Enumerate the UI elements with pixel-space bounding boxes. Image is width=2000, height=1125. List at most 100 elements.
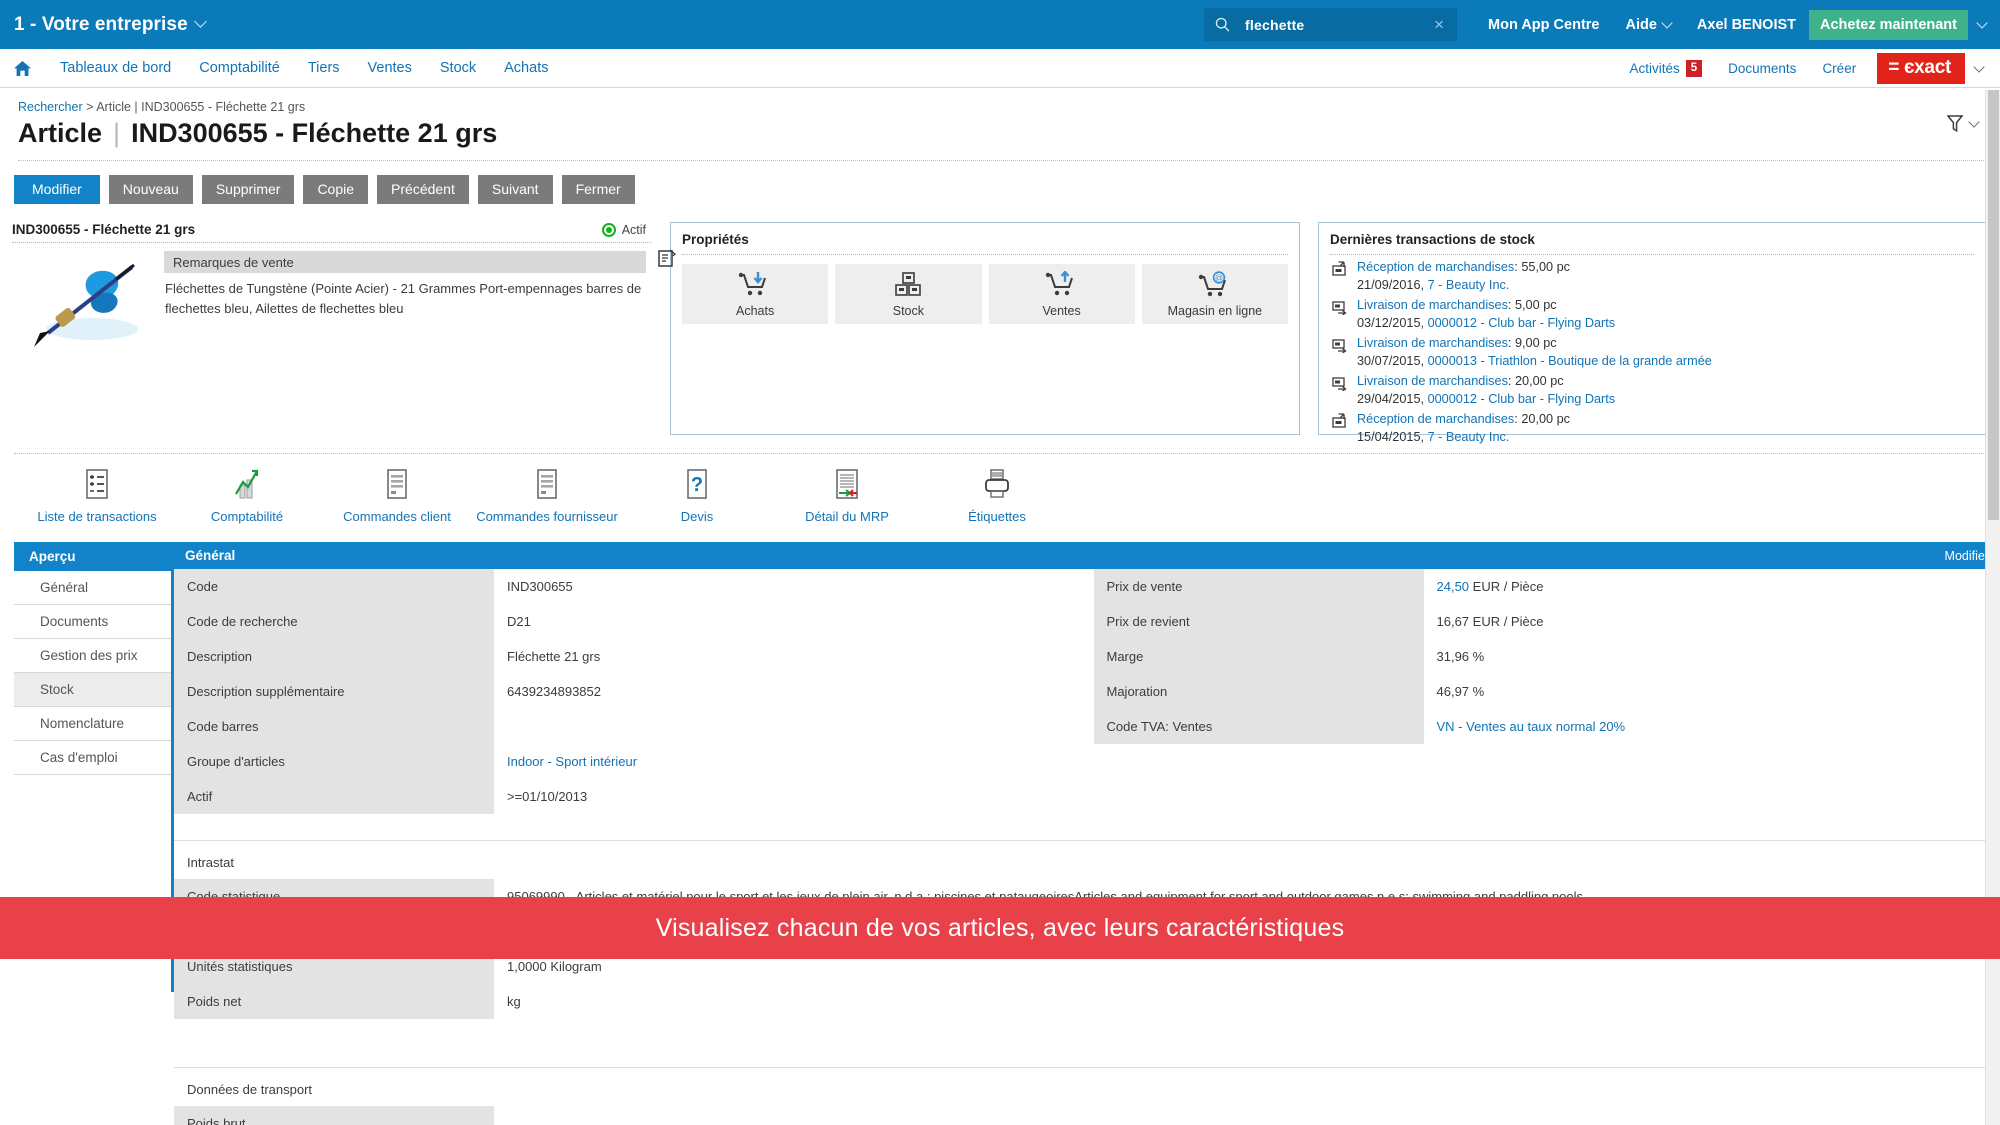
nav-activities-link[interactable]: Activités 5 — [1616, 59, 1715, 78]
field-label: Groupe d'articles — [174, 744, 494, 779]
shortcut-commandes-client[interactable]: Commandes client — [322, 468, 472, 524]
nav-item-tableaux-de-bord[interactable]: Tableaux de bord — [46, 60, 185, 76]
transaction-party[interactable]: 7 - Beauty Inc. — [1428, 430, 1510, 444]
field-value: 31,96 % — [1436, 649, 1485, 664]
breadcrumb-link-rechercher[interactable]: Rechercher — [18, 100, 83, 114]
sidebar-item-documents[interactable]: Documents — [14, 605, 171, 639]
close-icon[interactable]: × — [1431, 16, 1447, 33]
nav-item-ventes[interactable]: Ventes — [354, 60, 426, 76]
shortcut-devis[interactable]: ? Devis — [622, 468, 772, 524]
sidebar-item-gestion-des-prix[interactable]: Gestion des prix — [14, 639, 171, 673]
sidebar-header-apercu[interactable]: Aperçu — [14, 542, 171, 571]
scrollbar-thumb[interactable] — [1988, 90, 1999, 520]
transaction-type[interactable]: Livraison de marchandises — [1357, 336, 1508, 350]
copie-button[interactable]: Copie — [303, 175, 369, 204]
field-label: Description supplémentaire — [174, 674, 494, 709]
transaction-party[interactable]: 0000012 - Club bar - Flying Darts — [1428, 316, 1616, 330]
section-edit-link[interactable]: Modifier — [1945, 549, 1989, 563]
transaction-type[interactable]: Réception de marchandises — [1357, 412, 1514, 426]
page-settings-button[interactable] — [1947, 114, 1980, 133]
field-value-amount[interactable]: 24,50 — [1437, 579, 1470, 594]
nav-create-link[interactable]: Créer — [1809, 61, 1869, 76]
shortcut-commandes-fournisseur[interactable]: Commandes fournisseur — [472, 468, 622, 524]
transaction-type[interactable]: Livraison de marchandises — [1357, 374, 1508, 388]
section-title: Général — [185, 548, 236, 563]
header-divider — [18, 160, 2000, 161]
buy-now-button[interactable]: Achetez maintenant — [1809, 9, 1968, 40]
sales-remarks: Remarques de vente Fléchettes de Tungstè… — [164, 249, 676, 349]
nav-item-tiers[interactable]: Tiers — [294, 60, 354, 76]
field-row-poids-net: Poids net kg — [174, 984, 2000, 1019]
transaction-text: Livraison de marchandises: 20,00 pc 29/0… — [1357, 372, 1615, 408]
property-tile-label: Achats — [736, 303, 775, 318]
top-link-app-centre[interactable]: Mon App Centre — [1475, 17, 1612, 33]
field-value: >=01/10/2013 — [507, 789, 588, 804]
suivant-button[interactable]: Suivant — [477, 175, 553, 204]
vertical-scrollbar[interactable] — [1985, 90, 2000, 1125]
shortcut-comptabilite[interactable]: Comptabilité — [172, 468, 322, 524]
nav-more-button[interactable] — [1965, 60, 1991, 78]
top-bar-right: flechette × Mon App Centre Aide Axel BEN… — [1204, 0, 2000, 49]
exact-logo[interactable]: = єxact — [1877, 53, 1965, 84]
sidebar-item-stock[interactable]: Stock — [14, 673, 171, 707]
fermer-button[interactable]: Fermer — [561, 175, 635, 204]
nouveau-button[interactable]: Nouveau — [108, 175, 193, 204]
list-item[interactable]: Réception de marchandises: 55,00 pc 21/0… — [1332, 258, 1972, 294]
transaction-qty: : 20,00 pc — [1514, 412, 1571, 427]
field-row-prix-de-revient: Prix de revient 16,67 EUR / Pièce — [1093, 604, 2000, 639]
list-item[interactable]: Livraison de marchandises: 5,00 pc 03/12… — [1332, 296, 1972, 332]
nav-item-comptabilite[interactable]: Comptabilité — [185, 60, 294, 76]
transaction-date: 03/12/2015, — [1357, 316, 1425, 331]
company-selector[interactable]: 1 - Votre entreprise — [14, 14, 207, 36]
modifier-button[interactable]: Modifier — [14, 175, 100, 204]
transaction-party[interactable]: 0000012 - Club bar - Flying Darts — [1428, 392, 1616, 406]
transaction-type[interactable]: Livraison de marchandises — [1357, 298, 1508, 312]
transaction-party[interactable]: 7 - Beauty Inc. — [1428, 278, 1510, 292]
field-value-composite: 24,50 EUR / Pièce — [1436, 579, 1544, 594]
list-item[interactable]: Réception de marchandises: 20,00 pc 15/0… — [1332, 410, 1972, 446]
field-row-marge: Marge 31,96 % — [1093, 639, 2000, 674]
shortcut-label: Commandes client — [343, 509, 451, 524]
transaction-party[interactable]: 0000013 - Triathlon - Boutique de la gra… — [1428, 354, 1712, 368]
nav-documents-link[interactable]: Documents — [1715, 61, 1809, 76]
page-header: Rechercher > Article | IND300655 - Fléch… — [0, 88, 2000, 161]
list-item[interactable]: Livraison de marchandises: 9,00 pc 30/07… — [1332, 334, 1972, 370]
field-label: Poids net — [174, 984, 494, 1019]
shortcut-detail-du-mrp[interactable]: Détail du MRP — [772, 468, 922, 524]
shortcut-etiquettes[interactable]: Étiquettes — [922, 468, 1072, 524]
shortcut-row: Liste de transactions Comptabilité Comma… — [0, 454, 2000, 524]
precedent-button[interactable]: Précédent — [377, 175, 469, 204]
nav-item-achats[interactable]: Achats — [490, 60, 562, 76]
sidebar-item-general[interactable]: Général — [14, 571, 171, 605]
svg-text:?: ? — [691, 474, 703, 496]
transaction-type[interactable]: Réception de marchandises — [1357, 260, 1514, 274]
field-value-link[interactable]: Indoor - Sport intérieur — [494, 744, 1081, 779]
field-label: Majoration — [1093, 674, 1424, 709]
property-tile-stock[interactable]: Stock — [835, 264, 982, 324]
delivery-out-icon — [1332, 372, 1349, 408]
list-item[interactable]: Livraison de marchandises: 20,00 pc 29/0… — [1332, 372, 1972, 408]
field-label: Code TVA: Ventes — [1093, 709, 1424, 744]
supprimer-button[interactable]: Supprimer — [201, 175, 295, 204]
field-row-actif: Actif >=01/10/2013 — [174, 779, 1081, 814]
home-icon[interactable] — [13, 60, 32, 77]
summary-body: Remarques de vente Fléchettes de Tungstè… — [12, 243, 676, 349]
sidebar-item-nomenclature[interactable]: Nomenclature — [14, 707, 171, 741]
property-tile-magasin-en-ligne[interactable]: @ Magasin en ligne — [1141, 264, 1288, 324]
top-link-user[interactable]: Axel BENOIST — [1684, 17, 1809, 33]
nav-item-stock[interactable]: Stock — [426, 60, 490, 76]
field-value-link[interactable]: VN - Ventes au taux normal 20% — [1424, 709, 2000, 744]
property-tile-achats[interactable]: Achats — [682, 264, 829, 324]
sidebar-item-cas-demploi[interactable]: Cas d'emploi — [14, 741, 171, 775]
edit-note-icon[interactable] — [658, 249, 676, 271]
field-row-code: Code IND300655 — [174, 569, 1081, 604]
top-link-label: Axel BENOIST — [1696, 16, 1797, 33]
property-tile-ventes[interactable]: Ventes — [988, 264, 1135, 324]
cart-at-icon: @ — [1198, 270, 1226, 296]
search-input[interactable]: flechette × — [1204, 8, 1458, 41]
shortcut-liste-de-transactions[interactable]: Liste de transactions — [22, 468, 172, 524]
top-bar-more-button[interactable] — [1968, 16, 2000, 34]
general-fields: Code IND300655 Code de recherche D21 Des… — [174, 569, 2000, 814]
field-row-poids-brut: Poids brut — [174, 1106, 2000, 1125]
top-link-help[interactable]: Aide — [1612, 17, 1683, 33]
